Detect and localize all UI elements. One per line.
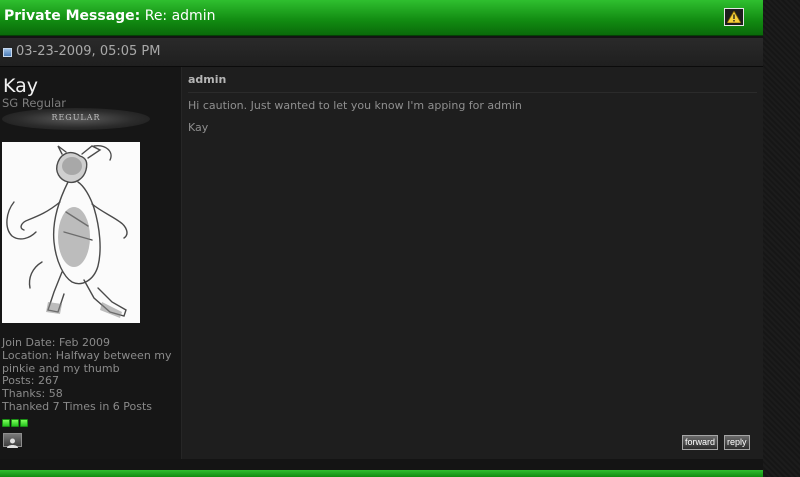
join-date: Join Date: Feb 2009: [2, 336, 110, 349]
reputation-dot: [2, 419, 10, 427]
reputation-indicator: [2, 412, 29, 427]
post-icon: [3, 48, 12, 57]
username-link[interactable]: Kay: [3, 75, 38, 97]
warning-icon: [727, 11, 741, 23]
page-title: Private Message: Re: admin: [4, 8, 215, 24]
header-subject: Re: admin: [140, 8, 216, 24]
private-message-panel: Private Message: Re: admin 03-23-2009, 0…: [0, 0, 763, 477]
post-date: 03-23-2009, 05:05 PM: [16, 44, 161, 59]
profile-icon: [7, 438, 18, 448]
message-signature: Kay: [188, 121, 209, 134]
profile-button[interactable]: [3, 433, 22, 448]
header-label: Private Message:: [4, 8, 141, 24]
rank-badge: REGULAR: [2, 108, 150, 130]
next-section-header: [0, 470, 763, 477]
post-date-bar: 03-23-2009, 05:05 PM: [0, 38, 763, 67]
reply-button[interactable]: reply: [724, 435, 750, 450]
reputation-dot: [20, 419, 28, 427]
message-line: Hi caution. Just wanted to let you know …: [188, 99, 522, 112]
message-body: Hi caution. Just wanted to let you know …: [188, 99, 753, 143]
page-background-texture: [763, 0, 800, 477]
report-button[interactable]: [724, 8, 744, 26]
location-line-1: Location: Halfway between my: [2, 348, 172, 362]
avatar[interactable]: [2, 142, 140, 323]
reputation-dot: [11, 419, 19, 427]
user-info-column: Kay SG Regular REGULAR Join Date: Feb 20…: [0, 67, 182, 459]
avatar-image: [2, 142, 140, 323]
forward-button[interactable]: forward: [682, 435, 719, 450]
message-header: Private Message: Re: admin: [0, 0, 763, 36]
message-subject: admin: [188, 73, 227, 86]
subject-divider: [188, 92, 757, 93]
user-stats: Join Date: Feb 2009 Location: Halfway be…: [2, 336, 178, 414]
message-content-column: admin Hi caution. Just wanted to let you…: [182, 67, 763, 459]
rank-label: REGULAR: [51, 113, 101, 122]
